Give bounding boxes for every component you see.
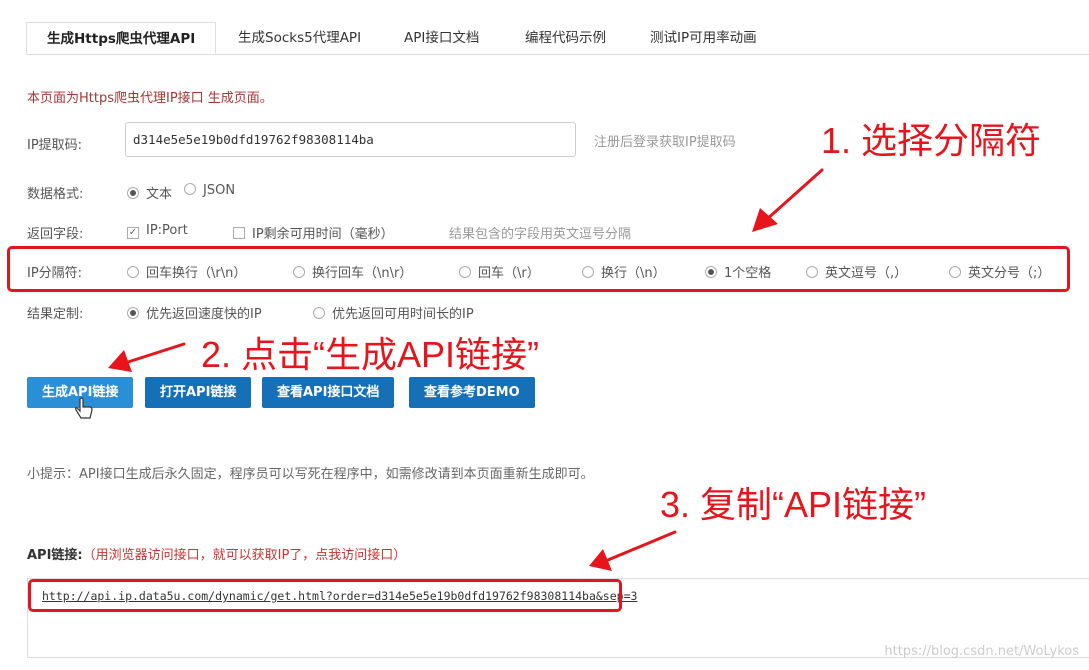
arrow-3-line xyxy=(606,530,677,562)
arrow-1-line xyxy=(764,168,824,222)
annotation-arrows xyxy=(75,168,824,571)
arrow-2-line xyxy=(126,342,186,364)
watermark: https://blog.csdn.net/WoLykos xyxy=(884,644,1079,659)
hand-cursor-icon xyxy=(75,397,93,419)
